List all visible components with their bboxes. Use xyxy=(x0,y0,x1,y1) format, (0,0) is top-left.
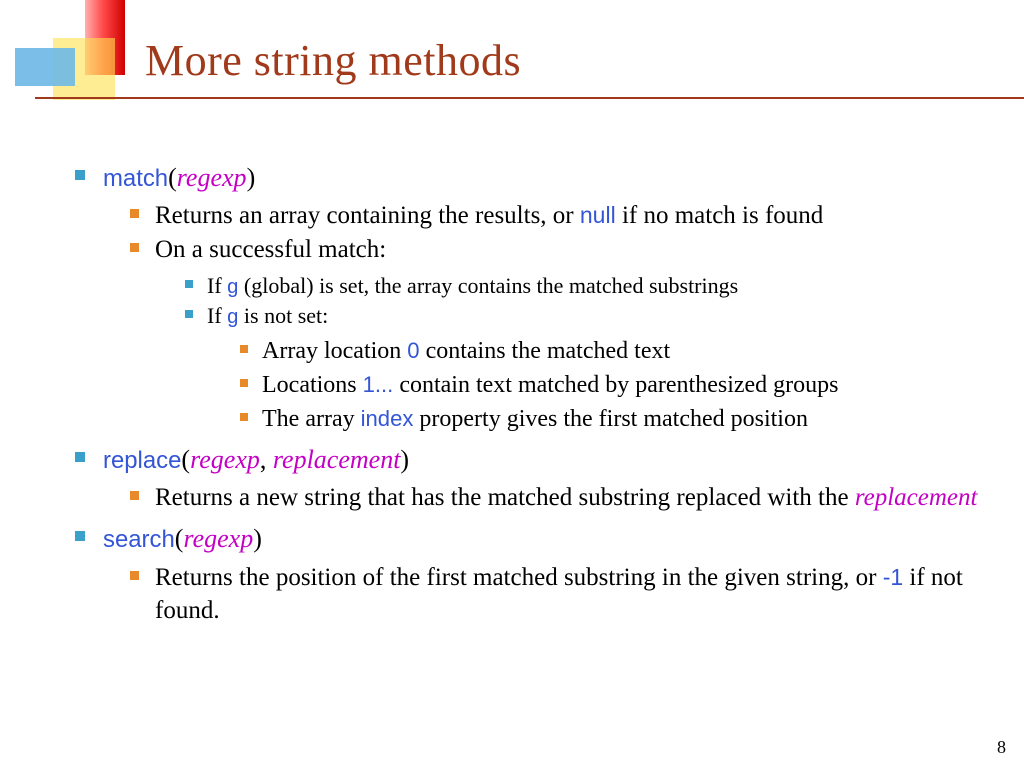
bullet-icon xyxy=(185,310,193,318)
match-success: On a successful match: If g (global) is … xyxy=(130,233,984,436)
bullet-icon xyxy=(75,452,85,462)
slide-title: More string methods xyxy=(145,35,521,86)
text: Returns the position of the first matche… xyxy=(155,561,984,629)
text: Returns an array containing the results,… xyxy=(155,199,823,233)
array-loc-0: Array location 0 contains the matched te… xyxy=(240,335,984,369)
text: If g (global) is set, the array contains… xyxy=(207,271,738,301)
bullet-icon xyxy=(130,491,139,500)
bullet-icon xyxy=(130,243,139,252)
replace-signature: replace(regexp, replacement) xyxy=(103,442,409,477)
slide-header: More string methods xyxy=(0,0,1024,115)
replace-returns: Returns a new string that has the matche… xyxy=(130,481,984,515)
match-returns: Returns an array containing the results,… xyxy=(130,199,984,233)
decor-blue-block xyxy=(15,48,75,86)
match-signature: match(regexp) xyxy=(103,160,255,195)
bullet-icon xyxy=(240,413,248,421)
bullet-icon xyxy=(240,345,248,353)
search-returns: Returns the position of the first matche… xyxy=(130,561,984,629)
bullet-icon xyxy=(130,209,139,218)
g-set: If g (global) is set, the array contains… xyxy=(185,271,984,301)
item-replace: replace(regexp, replacement) Returns a n… xyxy=(75,442,984,515)
bullet-icon xyxy=(130,571,139,580)
bullet-icon xyxy=(75,531,85,541)
bullet-icon xyxy=(185,280,193,288)
g-not-set: If g is not set: Array location 0 contai… xyxy=(185,301,984,436)
item-search: search(regexp) Returns the position of t… xyxy=(75,521,984,628)
text: The array index property gives the first… xyxy=(262,403,808,437)
text: If g is not set: xyxy=(207,301,328,331)
bullet-icon xyxy=(240,379,248,387)
title-rule xyxy=(35,97,1024,99)
array-index: The array index property gives the first… xyxy=(240,403,984,437)
array-loc-1: Locations 1... contain text matched by p… xyxy=(240,369,984,403)
item-match: match(regexp) Returns an array containin… xyxy=(75,160,984,436)
text: Array location 0 contains the matched te… xyxy=(262,335,670,369)
search-signature: search(regexp) xyxy=(103,521,262,556)
text: Returns a new string that has the matche… xyxy=(155,481,977,515)
text: Locations 1... contain text matched by p… xyxy=(262,369,839,403)
page-number: 8 xyxy=(997,737,1006,758)
text: On a successful match: xyxy=(155,233,386,267)
slide-body: match(regexp) Returns an array containin… xyxy=(75,160,984,634)
bullet-icon xyxy=(75,170,85,180)
